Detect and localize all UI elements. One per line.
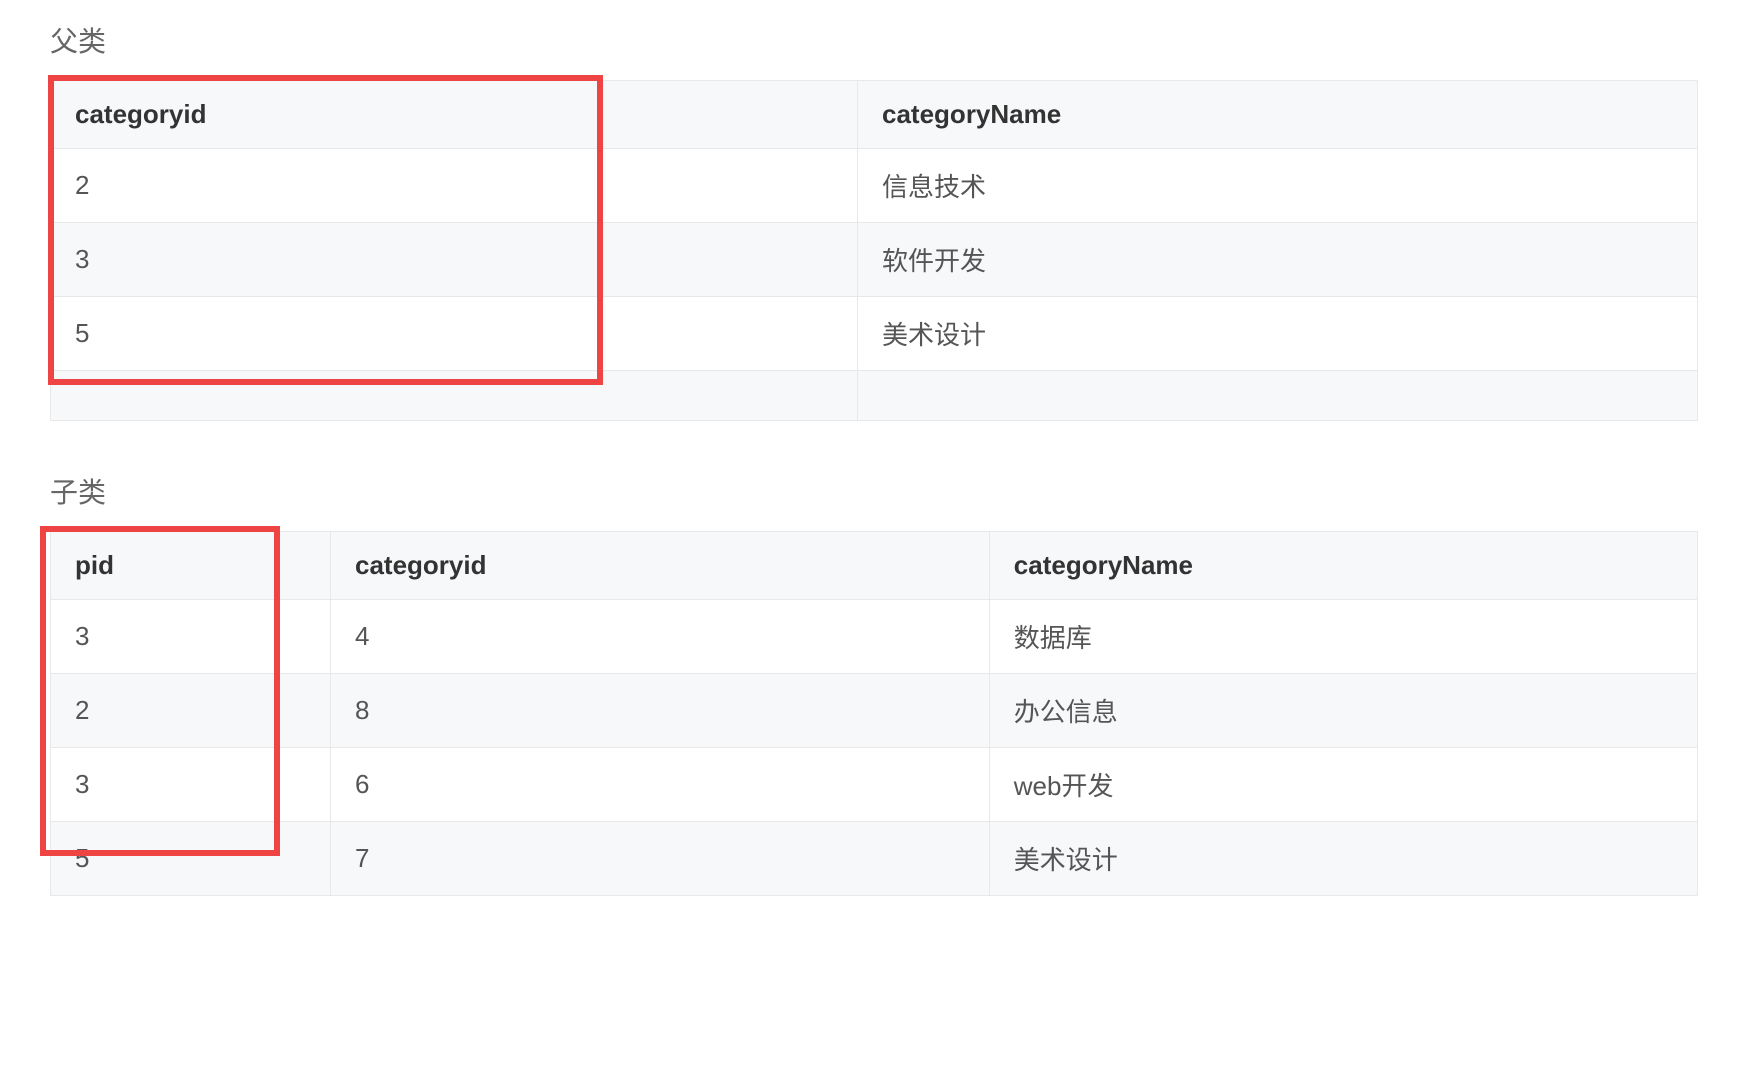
parent-cell: 软件开发 [858,223,1698,297]
child-cell: 2 [51,674,331,748]
child-cell: 3 [51,748,331,822]
child-cell: 数据库 [989,600,1697,674]
table-row: 3 6 web开发 [51,748,1698,822]
table-row: 2 信息技术 [51,149,1698,223]
parent-table-wrapper: categoryid categoryName 2 信息技术 3 软件开发 5 … [50,80,1698,421]
child-table-wrapper: pid categoryid categoryName 3 4 数据库 2 8 … [50,531,1698,896]
table-row: 3 4 数据库 [51,600,1698,674]
child-cell: 6 [330,748,989,822]
child-cell: 美术设计 [989,822,1697,896]
table-row: 5 美术设计 [51,297,1698,371]
parent-cell: 3 [51,223,858,297]
parent-cell: 5 [51,297,858,371]
child-cell: 5 [51,822,331,896]
blank-cell [858,371,1698,421]
blank-row [51,371,1698,421]
parent-section: 父类 categoryid categoryName 2 信息技术 3 软件开发 [50,20,1698,421]
parent-cell: 美术设计 [858,297,1698,371]
parent-table: categoryid categoryName 2 信息技术 3 软件开发 5 … [50,80,1698,421]
child-cell: 8 [330,674,989,748]
parent-cell: 2 [51,149,858,223]
table-row: 3 软件开发 [51,223,1698,297]
child-section: 子类 pid categoryid categoryName 3 4 数据库 2 [50,471,1698,896]
parent-cell: 信息技术 [858,149,1698,223]
child-cell: 3 [51,600,331,674]
child-cell: 4 [330,600,989,674]
table-row: 5 7 美术设计 [51,822,1698,896]
child-header-categoryid: categoryid [330,532,989,600]
parent-header-categoryid: categoryid [51,81,858,149]
parent-title: 父类 [50,20,1698,60]
table-row: 2 8 办公信息 [51,674,1698,748]
parent-header-row: categoryid categoryName [51,81,1698,149]
child-title: 子类 [50,471,1698,511]
child-cell: 办公信息 [989,674,1697,748]
child-table: pid categoryid categoryName 3 4 数据库 2 8 … [50,531,1698,896]
child-cell: 7 [330,822,989,896]
child-header-pid: pid [51,532,331,600]
parent-header-categoryname: categoryName [858,81,1698,149]
child-header-categoryname: categoryName [989,532,1697,600]
child-header-row: pid categoryid categoryName [51,532,1698,600]
child-cell: web开发 [989,748,1697,822]
blank-cell [51,371,858,421]
